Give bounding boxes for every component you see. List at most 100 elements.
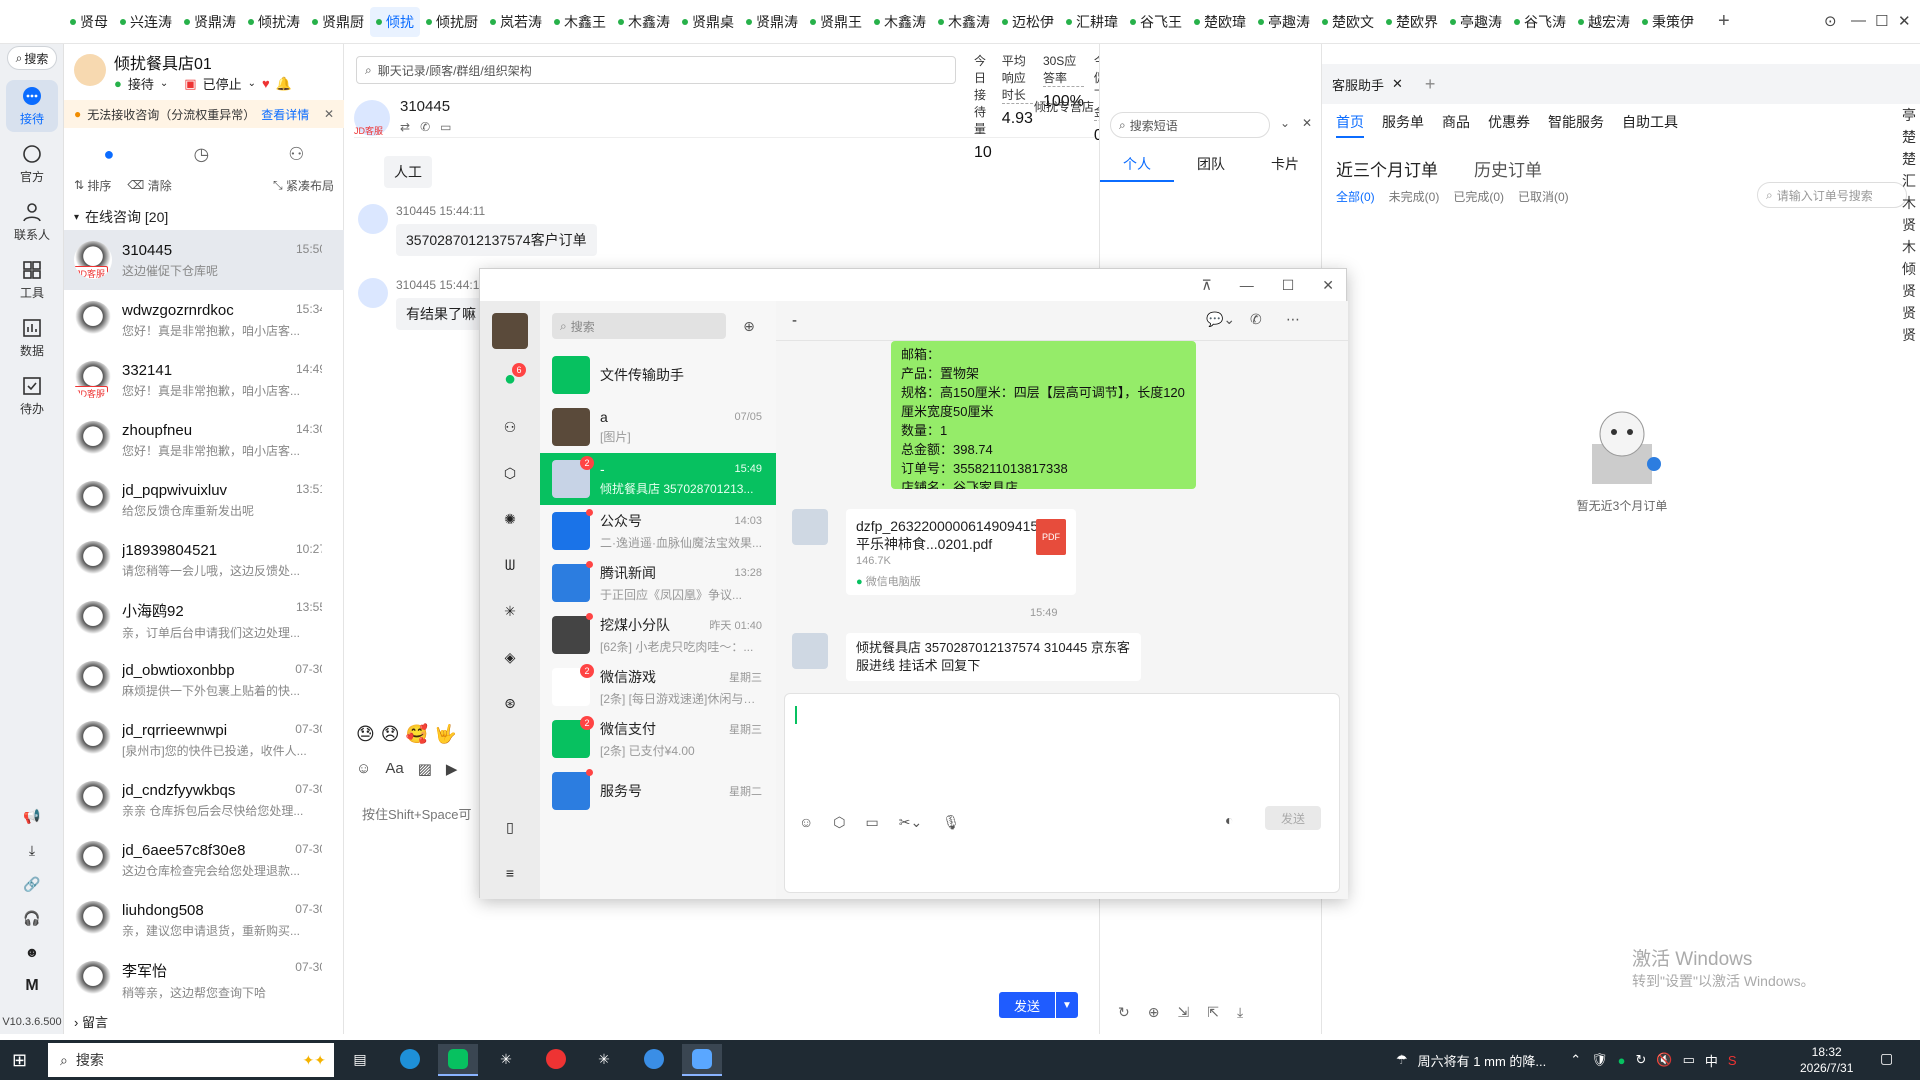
session-item[interactable]: j18939804521 10:27 请您稍等一会儿哦，这边反馈处... <box>64 530 344 590</box>
settings-icon[interactable]: ⊙ <box>1824 12 1837 30</box>
shop-tab[interactable]: 倾扰 <box>370 6 420 37</box>
file-message[interactable]: dzfp_26322000006149094151_平乐神柿食...0201.p… <box>846 509 1076 595</box>
moments-icon[interactable]: ✺ <box>498 507 522 531</box>
wechat-search-input[interactable]: ⌕ 搜索 <box>552 313 726 339</box>
nav-todo[interactable]: 待办 <box>6 370 58 422</box>
voice-icon[interactable]: ◐ <box>1225 812 1233 828</box>
session-item[interactable]: 李军怡 07-30 稍等亲，这边帮您查询下哈 <box>64 950 344 1010</box>
tab-history-orders[interactable]: 历史订单 <box>1474 156 1542 181</box>
bot-icon[interactable]: ☻ <box>20 940 44 964</box>
sync-icon[interactable]: ↻ <box>1636 1052 1647 1068</box>
app-icon[interactable]: ✳ <box>584 1044 624 1076</box>
add-icon[interactable]: ⊕ <box>1148 1004 1160 1021</box>
wechat-chat-item[interactable]: 腾讯新闻 13:28 于正回应《凤囚凰》争议... <box>540 557 776 609</box>
sogou-icon[interactable]: S <box>1728 1053 1737 1068</box>
nav-official[interactable]: 官方 <box>6 138 58 190</box>
chevron-up-icon[interactable]: ⌃ <box>1570 1052 1581 1068</box>
megaphone-icon[interactable]: 📢 <box>20 804 44 828</box>
download-icon[interactable]: ⤓ <box>1237 1004 1243 1021</box>
contacts-icon[interactable]: ⚇ <box>498 415 522 439</box>
tab-recent-orders[interactable]: 近三个月订单 <box>1336 156 1438 181</box>
order-filter[interactable]: 已完成(0) <box>1453 188 1504 205</box>
close-icon[interactable]: ✕ <box>1322 277 1334 294</box>
chat-search-input[interactable]: ⌕ 聊天记录/顾客/群组/组织架构 <box>356 56 956 84</box>
wechat-chat-item[interactable]: 挖煤小分队 昨天 01:40 [62条] 小老虎只吃肉哇～：... <box>540 609 776 661</box>
emoji[interactable]: 😞 <box>381 724 400 745</box>
discover-icon[interactable]: ✳ <box>498 599 522 623</box>
heart-icon[interactable]: ♥ <box>262 76 270 91</box>
session-item[interactable]: liuhdong508 07-30 亲，建议您申请退货，重新购买... <box>64 890 344 950</box>
more-icon[interactable]: ⋯ <box>1286 311 1300 328</box>
shop-tab[interactable]: 亭趣涛 <box>1252 7 1316 37</box>
session-item[interactable]: jd_rqrrieewnwpi 07-30 [泉州市]您的快件已投递，收件人... <box>64 710 344 770</box>
wechat-chat-item[interactable]: 文件传输助手 <box>540 349 776 401</box>
clear-button[interactable]: 清除 <box>148 177 172 194</box>
font-icon[interactable]: Aa <box>385 760 403 778</box>
assistant-nav-item[interactable]: 智能服务 <box>1548 112 1604 138</box>
video-icon[interactable]: ▶ <box>446 760 458 778</box>
close-icon[interactable]: ✕ <box>1392 76 1403 92</box>
image-icon[interactable]: ▨ <box>418 760 432 778</box>
shop-tab[interactable]: 亭趣涛 <box>1444 7 1508 37</box>
order-filter[interactable]: 未完成(0) <box>1389 188 1440 205</box>
shop-tab[interactable]: 倾扰厨 <box>420 7 484 37</box>
session-item[interactable]: 小海鸥92 13:55 亲，订单后台申请我们这边处理... <box>64 590 344 650</box>
phone-icon[interactable]: ▯ <box>498 815 522 839</box>
nav-search-button[interactable]: ⌕ 搜索 <box>7 46 57 70</box>
collapse-icon[interactable]: ⌄ <box>1280 116 1290 130</box>
scissors-icon[interactable]: ✂⌄ <box>899 814 922 831</box>
chat-bubble-icon[interactable]: ● <box>104 144 115 165</box>
add-icon[interactable]: + <box>1425 74 1436 95</box>
shop-tab[interactable]: 越宏涛 <box>1572 7 1636 37</box>
shop-tab[interactable]: 兴连涛 <box>114 7 178 37</box>
minimize-icon[interactable]: — <box>1851 12 1866 29</box>
menu-icon[interactable]: ≡ <box>498 861 522 885</box>
search-circle-icon[interactable]: ⊛ <box>498 691 522 715</box>
shop-tab[interactable]: 贤鼎涛 <box>178 7 242 37</box>
edge-browser-icon[interactable] <box>390 1044 430 1076</box>
emoji[interactable]: 🥰 <box>406 724 428 745</box>
cube-icon[interactable]: ⬡ <box>833 814 845 831</box>
status-stop[interactable]: 已停止 <box>203 74 242 93</box>
wechat-chat-item[interactable]: 2 微信支付 星期三 [2条] 已支付¥4.00 <box>540 713 776 765</box>
assistant-nav-item[interactable]: 首页 <box>1336 112 1364 138</box>
wechat-chat-item[interactable]: 2 微信游戏 星期三 [2条] [每日游戏速递]休闲与塔... <box>540 661 776 713</box>
emoji-icon[interactable]: ☺ <box>799 814 813 831</box>
taskbar-search[interactable]: ⌕ 搜索 ✦✦ <box>48 1043 334 1077</box>
session-item[interactable]: jd_obwtioxonbbp 07-30 麻烦提供一下外包裹上贴着的快... <box>64 650 344 710</box>
call-icon[interactable]: ✆ <box>1250 311 1262 328</box>
shop-tab[interactable]: 贤鼎桌 <box>676 7 740 37</box>
phrase-search-input[interactable]: ⌕ 搜索短语 <box>1110 112 1270 138</box>
wechat-chat-item[interactable]: a 07/05 [图片] <box>540 401 776 453</box>
refresh-icon[interactable]: ↻ <box>1118 1004 1130 1021</box>
wechat-app-icon[interactable] <box>438 1044 478 1076</box>
maximize-icon[interactable]: ☐ <box>1282 277 1295 294</box>
order-search-input[interactable]: ⌕ 请输入订单号搜索 <box>1757 182 1907 208</box>
shop-tab[interactable]: 楚欧文 <box>1316 7 1380 37</box>
send-options-dropdown[interactable]: ▼ <box>1056 992 1078 1018</box>
shop-tab[interactable]: 贤鼎厨 <box>306 7 370 37</box>
shop-tab[interactable]: 秉策伊 <box>1636 7 1700 37</box>
shop-tab[interactable]: 贤鼎涛 <box>740 7 804 37</box>
headset-icon[interactable]: 🎧 <box>20 906 44 930</box>
emoji[interactable]: 🤟 <box>434 724 456 745</box>
weather-text[interactable]: 周六将有 1 mm 的降... <box>1418 1051 1547 1070</box>
notification-icon[interactable]: ▢ <box>1880 1050 1893 1067</box>
warning-detail-link[interactable]: 查看详情 <box>261 106 309 123</box>
shop-tab[interactable]: 木鑫王 <box>548 7 612 37</box>
order-filter[interactable]: 已取消(0) <box>1518 188 1569 205</box>
clock-icon[interactable]: ◷ <box>193 144 209 165</box>
session-item[interactable]: jd_cndzfyywkbqs 07-30 亲亲 仓库拆包后会尽快给您处理... <box>64 770 344 830</box>
users-icon[interactable]: ⚇ <box>288 144 304 165</box>
add-tab-button[interactable]: + <box>1718 10 1730 33</box>
cube-icon[interactable]: ⬡ <box>498 461 522 485</box>
download-icon[interactable]: ⤓ <box>20 838 44 862</box>
safari-icon[interactable] <box>634 1044 674 1076</box>
send-button[interactable]: 发送 <box>999 992 1055 1018</box>
folder-icon[interactable]: ▭ <box>866 814 879 831</box>
tab-team[interactable]: 团队 <box>1174 154 1248 182</box>
status-receive[interactable]: 接待 <box>128 74 154 93</box>
assistant-nav-item[interactable]: 优惠券 <box>1488 112 1530 138</box>
shop-tab[interactable]: 木鑫涛 <box>932 7 996 37</box>
assistant-nav-item[interactable]: 商品 <box>1442 112 1470 138</box>
